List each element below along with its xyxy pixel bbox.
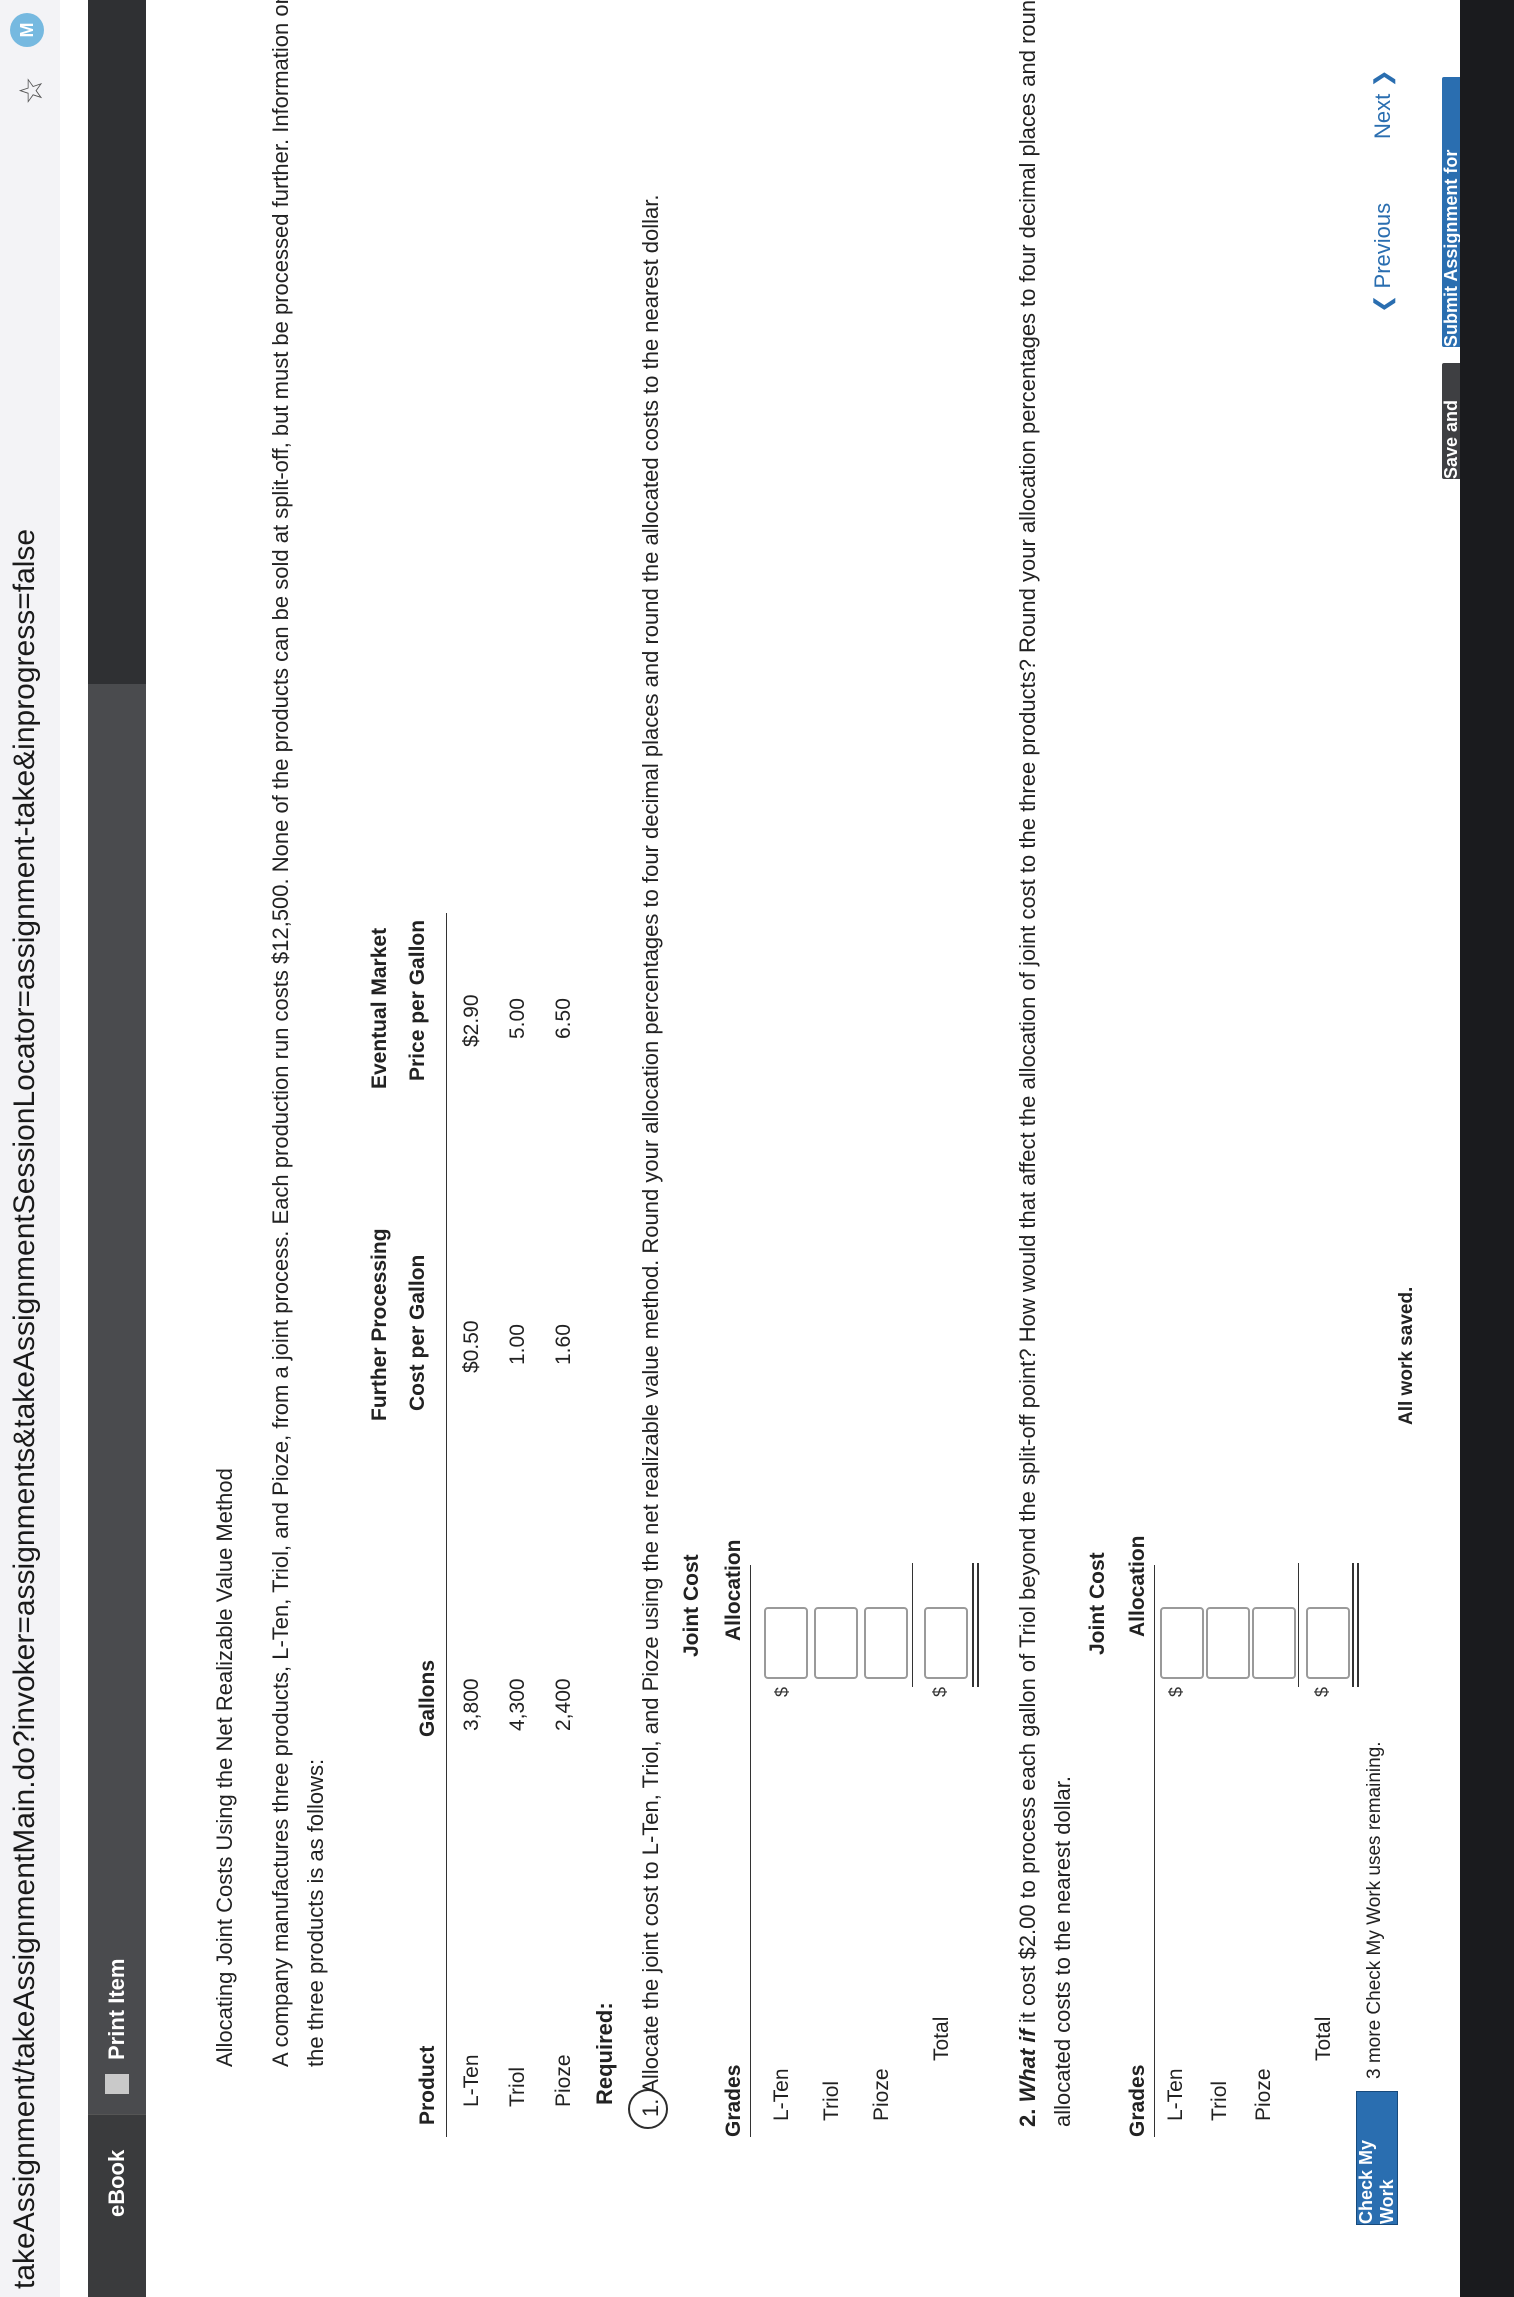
next-link[interactable]: Next ❯ bbox=[1370, 69, 1396, 139]
grade-label: Total bbox=[930, 2016, 953, 2061]
triol-allocation-input-2[interactable] bbox=[1206, 1607, 1250, 1679]
double-rule-top bbox=[972, 1563, 974, 1687]
total-allocation-input[interactable] bbox=[924, 1607, 968, 1679]
sum-rule bbox=[912, 1563, 913, 1687]
row-cost: 1.00 bbox=[506, 1324, 529, 1365]
row-cost: $0.50 bbox=[460, 1320, 483, 1373]
check-my-work-button[interactable]: Check My Work bbox=[1356, 2091, 1398, 2225]
row-gallons: 4,300 bbox=[506, 1678, 529, 1731]
col-allocation: Allocation bbox=[1126, 1535, 1149, 1637]
total-allocation-input-2[interactable] bbox=[1306, 1607, 1350, 1679]
requirement-1-text: 1. Allocate the joint cost to L-Ten, Tri… bbox=[638, 194, 663, 2117]
pioze-allocation-input-2[interactable] bbox=[1252, 1607, 1296, 1679]
profile-avatar-icon[interactable]: M bbox=[10, 13, 44, 47]
requirement-2-text: 2. What if it cost $2.00 to process each… bbox=[1015, 0, 1041, 2127]
col-fpc-line1: Further Processing bbox=[368, 1228, 391, 1421]
print-item-button[interactable]: Print Item bbox=[88, 684, 146, 2114]
chevron-left-icon: ❮ bbox=[1370, 288, 1395, 313]
row-product: Triol bbox=[506, 2066, 529, 2107]
currency-symbol: $ bbox=[772, 1686, 792, 1697]
problem-intro-line2: the three products is as follows: bbox=[303, 1758, 328, 2067]
ten-allocation-input-2[interactable] bbox=[1160, 1607, 1204, 1679]
tab-ebook[interactable]: eBook bbox=[88, 2114, 146, 2297]
app-screen: takeAssignment/takeAssignmentMain.do?inv… bbox=[0, 0, 1514, 2297]
col-allocation: Allocation bbox=[722, 1539, 745, 1641]
toolbar-filler bbox=[88, 0, 146, 684]
grade-label: Pioze bbox=[870, 2068, 893, 2121]
col-joint-cost: Joint Cost bbox=[1086, 1552, 1109, 1655]
previous-link[interactable]: ❮ Previous bbox=[1370, 203, 1396, 313]
grade-label: L-Ten bbox=[1164, 2068, 1187, 2121]
sum-rule bbox=[1298, 1563, 1299, 1687]
grade-label: Pioze bbox=[1252, 2068, 1275, 2121]
requirement-2-text-line2: allocated costs to the nearest dollar. bbox=[1050, 1776, 1075, 2127]
grade-label: L-Ten bbox=[770, 2068, 793, 2121]
col-emp-line2: Price per Gallon bbox=[406, 919, 429, 1081]
tab-ebook-label: eBook bbox=[104, 2149, 129, 2217]
header-rule bbox=[750, 1565, 751, 2137]
double-rule-bottom bbox=[1357, 1563, 1359, 1687]
col-product: Product bbox=[416, 2045, 439, 2125]
row-product: L-Ten bbox=[460, 2054, 483, 2107]
row-cost: 1.60 bbox=[552, 1324, 575, 1365]
col-grades: Grades bbox=[722, 2064, 745, 2137]
double-rule-bottom bbox=[977, 1563, 979, 1687]
next-label: Next bbox=[1370, 93, 1395, 139]
currency-symbol: $ bbox=[930, 1686, 950, 1697]
double-rule-top bbox=[1352, 1563, 1354, 1687]
save-status: All work saved. bbox=[1396, 1286, 1417, 1425]
requirement-2-number: 2. bbox=[1015, 2108, 1040, 2127]
requirement-2-body: it cost $2.00 to process each gallon of … bbox=[1015, 0, 1040, 2030]
row-price: 5.00 bbox=[506, 998, 529, 1039]
problem-title: Allocating Joint Costs Using the Net Rea… bbox=[212, 1468, 237, 2067]
required-heading: Required: bbox=[592, 2002, 617, 2105]
print-item-label: Print Item bbox=[104, 1958, 129, 2060]
triol-allocation-input[interactable] bbox=[814, 1607, 858, 1679]
what-if-label: What if bbox=[1015, 2029, 1040, 2103]
bottom-bezel bbox=[1460, 0, 1514, 2297]
check-my-work-remaining: 3 more Check My Work uses remaining. bbox=[1364, 1741, 1385, 2079]
header-rule bbox=[1154, 1565, 1155, 2137]
header-rule bbox=[446, 913, 447, 2137]
assignment-toolbar: eBook Print Item bbox=[88, 0, 146, 2297]
grade-label: Total bbox=[1312, 2016, 1335, 2061]
grade-label: Triol bbox=[1208, 2080, 1231, 2121]
col-gallons: Gallons bbox=[416, 1659, 439, 1737]
row-gallons: 2,400 bbox=[552, 1678, 575, 1731]
pioze-allocation-input[interactable] bbox=[864, 1607, 908, 1679]
col-emp-line1: Eventual Market bbox=[368, 927, 391, 1089]
page-content: eBook Print Item Allocating Joint Costs … bbox=[60, 0, 1482, 2297]
problem-intro-line1: A company manufactures three products, L… bbox=[268, 0, 293, 2067]
chevron-right-icon: ❯ bbox=[1370, 69, 1395, 94]
print-icon bbox=[105, 2074, 129, 2094]
currency-symbol: $ bbox=[1166, 1686, 1186, 1697]
url-text[interactable]: takeAssignment/takeAssignmentMain.do?inv… bbox=[8, 529, 42, 2289]
browser-url-bar[interactable]: takeAssignment/takeAssignmentMain.do?inv… bbox=[0, 0, 61, 2297]
row-gallons: 3,800 bbox=[460, 1678, 483, 1731]
col-grades: Grades bbox=[1126, 2064, 1149, 2137]
row-price: 6.50 bbox=[552, 998, 575, 1039]
ten-allocation-input[interactable] bbox=[764, 1607, 808, 1679]
row-product: Pioze bbox=[552, 2054, 575, 2107]
col-joint-cost: Joint Cost bbox=[680, 1554, 703, 1657]
previous-label: Previous bbox=[1370, 202, 1395, 289]
row-price: $2.90 bbox=[460, 994, 483, 1047]
bookmark-star-icon[interactable]: ☆ bbox=[12, 76, 50, 105]
grade-label: Triol bbox=[820, 2080, 843, 2121]
currency-symbol: $ bbox=[1312, 1686, 1332, 1697]
col-fpc-line2: Cost per Gallon bbox=[406, 1254, 429, 1411]
